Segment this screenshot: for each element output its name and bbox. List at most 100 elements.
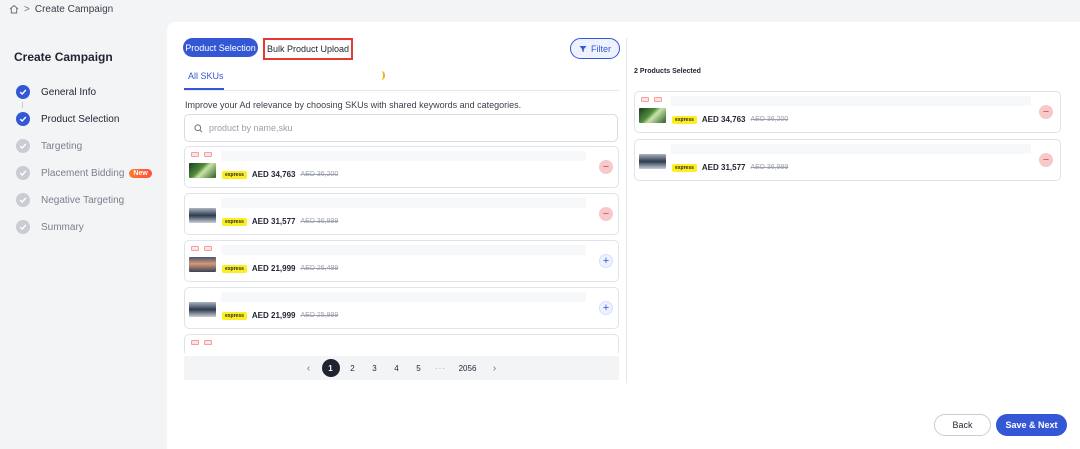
list-item[interactable]: express AED 21,999 AED 26,499 + — [184, 240, 619, 282]
prev-page-button[interactable]: ‹ — [300, 359, 318, 377]
selected-item[interactable]: express AED 31,577 AED 36,999 − — [634, 139, 1061, 181]
check-icon — [16, 193, 30, 207]
filter-icon — [579, 45, 587, 52]
step-product-selection[interactable]: Product Selection — [16, 112, 119, 126]
tag-icon — [204, 340, 212, 345]
product-price: AED 21,999 — [251, 264, 296, 273]
tab-product-selection[interactable]: Product Selection — [183, 38, 258, 57]
price-row: express AED 34,763 AED 36,200 — [672, 115, 788, 124]
next-page-button[interactable]: › — [486, 359, 504, 377]
page-4[interactable]: 4 — [388, 359, 406, 377]
list-item[interactable]: express AED 31,577 AED 36,999 − — [184, 193, 619, 235]
product-old-price: AED 36,200 — [750, 116, 789, 123]
product-price: AED 21,999 — [251, 311, 296, 320]
product-thumbnail — [639, 108, 666, 123]
step-label: Targeting — [41, 140, 83, 152]
remove-selected-button[interactable]: − — [1039, 105, 1053, 119]
step-label: Negative Targeting — [41, 194, 125, 206]
tag-icon — [204, 246, 212, 251]
subtab-divider — [184, 90, 619, 91]
product-tags — [191, 246, 212, 251]
product-name-placeholder — [221, 151, 586, 161]
subtab-all-skus[interactable]: All SKUs — [188, 71, 224, 81]
check-icon — [16, 166, 30, 180]
product-thumbnail — [189, 208, 216, 223]
product-old-price: AED 26,499 — [300, 265, 339, 272]
tag-icon — [191, 152, 199, 157]
product-thumbnail — [189, 302, 216, 317]
search-placeholder: product by name,sku — [209, 123, 293, 133]
product-thumbnail — [639, 154, 666, 169]
step-placement-bidding[interactable]: Placement Bidding New — [16, 166, 152, 180]
filter-button[interactable]: Filter — [570, 38, 620, 59]
check-icon — [16, 139, 30, 153]
step-connector — [22, 102, 23, 108]
product-tags — [191, 340, 212, 345]
page-last[interactable]: 2056 — [454, 359, 482, 377]
product-price: AED 34,763 — [251, 170, 296, 179]
search-icon — [194, 123, 203, 132]
remove-selected-button[interactable]: − — [1039, 153, 1053, 167]
step-general-info[interactable]: General Info — [16, 85, 96, 99]
tag-icon — [191, 246, 199, 251]
breadcrumb-current: Create Campaign — [34, 3, 114, 15]
selected-item[interactable]: express AED 34,763 AED 36,200 − — [634, 91, 1061, 133]
product-thumbnail — [189, 257, 216, 272]
panel-divider — [626, 38, 627, 383]
save-next-button[interactable]: Save & Next — [996, 414, 1067, 436]
add-product-button[interactable]: + — [599, 254, 613, 268]
sidebar: Create Campaign General Info Product Sel… — [0, 22, 167, 449]
new-badge: New — [129, 168, 152, 178]
express-badge: express — [222, 311, 247, 320]
price-row: express AED 31,577 AED 36,999 — [672, 163, 788, 172]
step-label: Placement Bidding — [41, 167, 125, 179]
list-item[interactable]: express AED 34,763 AED 36,200 − — [184, 146, 619, 188]
tag-icon — [654, 97, 662, 102]
express-badge: express — [672, 163, 697, 172]
express-badge: express — [672, 115, 697, 124]
remove-product-button[interactable]: − — [599, 207, 613, 221]
product-old-price: AED 36,200 — [300, 171, 339, 178]
step-summary[interactable]: Summary — [16, 220, 84, 234]
check-icon — [16, 85, 30, 99]
selected-products-title: 2 Products Selected — [634, 68, 701, 75]
list-item[interactable]: express AED 21,999 AED 25,999 + — [184, 287, 619, 329]
page-3[interactable]: 3 — [366, 359, 384, 377]
product-list[interactable]: express AED 34,763 AED 36,200 − express … — [184, 146, 619, 353]
check-icon — [16, 220, 30, 234]
price-row: express AED 21,999 AED 25,999 — [222, 311, 338, 320]
product-name-placeholder — [671, 96, 1031, 106]
product-search-input[interactable]: product by name,sku — [184, 114, 618, 142]
add-product-button[interactable]: + — [599, 301, 613, 315]
breadcrumb: > Create Campaign — [9, 2, 113, 16]
step-negative-targeting[interactable]: Negative Targeting — [16, 193, 124, 207]
product-price: AED 31,577 — [701, 163, 746, 172]
product-name-placeholder — [221, 245, 586, 255]
product-name-placeholder — [221, 198, 586, 208]
step-targeting[interactable]: Targeting — [16, 139, 82, 153]
product-old-price: AED 25,999 — [300, 312, 339, 319]
page-5[interactable]: 5 — [410, 359, 428, 377]
product-price: AED 34,763 — [701, 115, 746, 124]
page-1[interactable]: 1 — [321, 359, 340, 377]
express-badge: express — [222, 217, 247, 226]
back-button[interactable]: Back — [934, 414, 991, 436]
step-label: Summary — [41, 221, 84, 233]
page-ellipsis[interactable]: ··· — [432, 359, 450, 377]
remove-product-button[interactable]: − — [599, 160, 613, 174]
step-label: Product Selection — [41, 113, 120, 125]
product-tags — [641, 97, 662, 102]
home-icon[interactable] — [9, 4, 19, 14]
price-row: express AED 31,577 AED 36,999 — [222, 217, 338, 226]
product-tags — [191, 152, 212, 157]
loading-indicator-icon — [381, 71, 385, 80]
pagination: ‹ 1 2 3 4 5 ··· 2056 › — [184, 356, 619, 380]
tab-bulk-product-upload[interactable]: Bulk Product Upload — [263, 38, 353, 60]
check-icon — [16, 112, 30, 126]
tag-icon — [191, 340, 199, 345]
page-2[interactable]: 2 — [344, 359, 362, 377]
list-item[interactable] — [184, 334, 619, 353]
step-label: General Info — [41, 86, 97, 98]
product-price: AED 31,577 — [251, 217, 296, 226]
express-badge: express — [222, 170, 247, 179]
